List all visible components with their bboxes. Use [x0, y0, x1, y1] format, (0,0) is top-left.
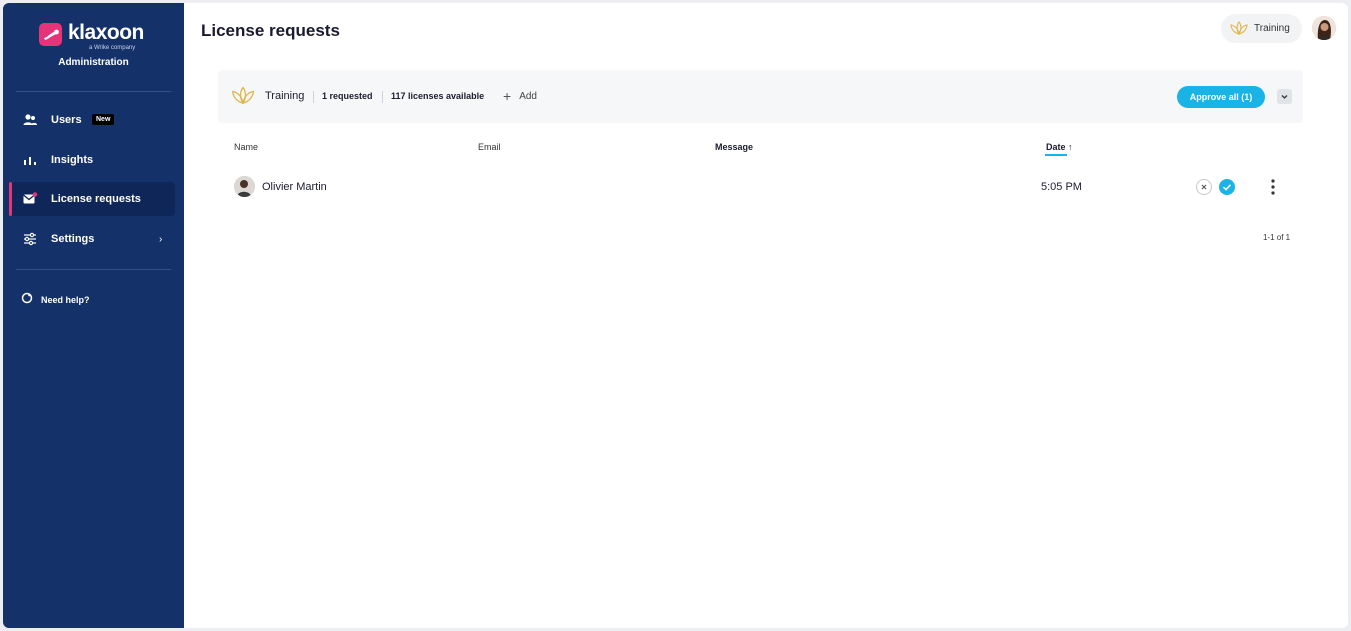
column-header-name[interactable]: Name — [234, 142, 258, 152]
sidebar-item-settings[interactable]: Settings › — [9, 222, 175, 256]
pagination-info: 1-1 of 1 — [1263, 233, 1291, 242]
row-more-button[interactable] — [1268, 178, 1278, 196]
help-icon — [21, 291, 33, 309]
sidebar-divider — [16, 91, 171, 92]
sidebar-item-label: License requests — [51, 193, 141, 205]
more-vertical-icon — [1268, 179, 1278, 200]
klaxoon-logo-icon — [39, 23, 62, 46]
need-help-label: Need help? — [41, 295, 90, 305]
column-header-message[interactable]: Message — [715, 142, 753, 152]
sort-ascending-icon: ↑ — [1068, 142, 1073, 152]
collapse-panel-button[interactable] — [1277, 89, 1292, 104]
divider — [382, 91, 383, 103]
workspace-name: Training — [265, 90, 305, 102]
workspace-license-panel: Training 1 requested 117 licenses availa… — [218, 70, 1303, 123]
page-title: License requests — [201, 21, 340, 40]
lotus-icon — [231, 85, 255, 112]
main-content: License requests Training Training 1 req… — [184, 3, 1348, 628]
column-header-email[interactable]: Email — [478, 142, 501, 152]
sidebar: klaxoon a Wrike company Administration U… — [3, 3, 184, 628]
requested-count: 1 requested — [322, 91, 373, 101]
sidebar-item-insights[interactable]: Insights — [9, 143, 175, 177]
sidebar-item-users[interactable]: Users New — [9, 103, 175, 137]
add-label: Add — [519, 90, 537, 102]
request-date: 5:05 PM — [1041, 181, 1082, 193]
reject-request-button[interactable] — [1196, 179, 1212, 195]
sidebar-item-license-requests[interactable]: License requests — [9, 182, 175, 216]
sliders-icon — [22, 231, 38, 247]
new-badge: New — [92, 114, 115, 125]
requester-name: Olivier Martin — [262, 181, 327, 193]
workspace-switcher[interactable]: Training — [1221, 14, 1302, 43]
lotus-icon — [1230, 20, 1248, 42]
sort-indicator — [1045, 154, 1067, 156]
mail-icon — [22, 191, 38, 207]
user-avatar[interactable] — [1312, 16, 1336, 40]
approve-all-button[interactable]: Approve all (1) — [1177, 86, 1265, 108]
approve-request-button[interactable] — [1219, 179, 1235, 195]
column-header-date-label: Date — [1046, 142, 1066, 152]
close-icon — [1197, 181, 1211, 198]
users-icon — [22, 112, 38, 128]
brand-name: klaxoon — [68, 21, 144, 44]
divider — [313, 91, 314, 103]
plus-icon: + — [503, 88, 512, 104]
chevron-down-icon — [1277, 91, 1292, 108]
table-row[interactable]: Olivier Martin 5:05 PM — [218, 168, 1303, 204]
sidebar-item-label: Users — [51, 114, 82, 126]
add-licenses-button[interactable]: + Add — [503, 88, 537, 104]
sidebar-section-title: Administration — [58, 57, 129, 68]
workspace-label: Training — [1254, 23, 1290, 34]
bar-chart-icon — [22, 152, 38, 168]
need-help-link[interactable]: Need help? — [21, 291, 90, 309]
column-header-date[interactable]: Date ↑ — [1046, 142, 1073, 152]
requester-avatar — [234, 176, 255, 197]
klaxoon-logo[interactable]: klaxoon a Wrike company — [39, 21, 149, 55]
sidebar-item-label: Settings — [51, 233, 95, 245]
sidebar-item-label: Insights — [51, 154, 94, 166]
chevron-right-icon: › — [159, 233, 163, 245]
check-icon — [1219, 182, 1235, 199]
licenses-available: 117 licenses available — [391, 91, 485, 101]
sidebar-divider — [16, 269, 171, 270]
brand-subtitle: a Wrike company — [89, 45, 136, 51]
